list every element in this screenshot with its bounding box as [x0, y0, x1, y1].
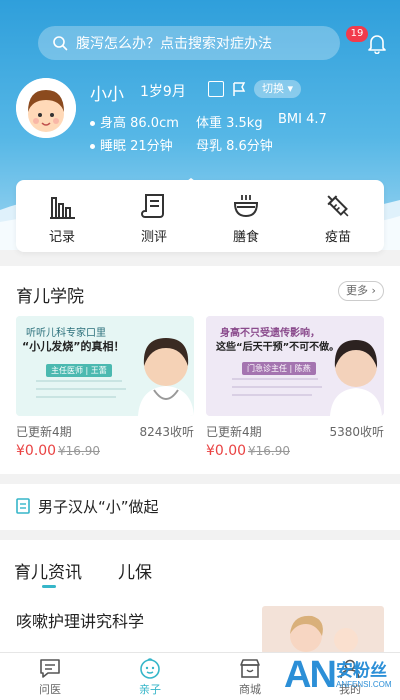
nav-label: 问医	[39, 683, 61, 696]
record-button[interactable]: 记录	[16, 180, 108, 252]
vaccine-button[interactable]: 疫苗	[292, 180, 384, 252]
syringe-icon	[327, 195, 349, 217]
bmi-stat: BMI 4.7	[278, 112, 327, 127]
course-headline-2: 这些“后天干预”不可不做。	[216, 342, 340, 353]
sleep-stat: 睡眠 21分钟	[90, 135, 173, 154]
scroll-icon	[141, 194, 164, 218]
course-original-price: ¥16.90	[248, 444, 290, 458]
bell-icon[interactable]	[366, 32, 388, 54]
flag-icon[interactable]	[231, 81, 247, 97]
course-card-height[interactable]: 身高不只受遗传影响， 这些“后天干预”不可不做。 门急诊主任 | 陈燕	[206, 316, 384, 416]
course-updated: 已更新4期	[206, 425, 262, 439]
search-placeholder: 腹泻怎么办？点击搜索对症办法	[76, 36, 272, 52]
more-button[interactable]: 更多 ›	[338, 281, 384, 301]
switch-child-button[interactable]: 切换 ▾	[254, 80, 302, 98]
search-icon	[53, 36, 68, 51]
tab-parenting-news[interactable]: 育儿资讯	[14, 558, 82, 583]
assessment-button[interactable]: 测评	[108, 180, 200, 252]
chat-icon	[40, 659, 60, 678]
watermark-logo-text: AN	[284, 654, 337, 696]
course-headline: 听听儿科专家口里	[26, 328, 106, 339]
nav-ask-doctor[interactable]: 问医	[0, 653, 100, 700]
nav-parenting[interactable]: 亲子	[100, 653, 200, 700]
course-listen-count: 5380收听	[329, 425, 384, 439]
vaccine-label: 疫苗	[324, 230, 351, 245]
diet-label: 膳食	[232, 230, 259, 245]
weight-stat: 体重 3.5kg	[196, 116, 263, 131]
tab-child-care[interactable]: 儿保	[118, 558, 152, 583]
child-name: 小小	[90, 85, 124, 105]
milk-stat: 母乳 8.6分钟	[196, 139, 273, 154]
nav-label: 亲子	[139, 683, 161, 696]
bowl-icon	[233, 195, 259, 218]
diet-button[interactable]: 膳食	[200, 180, 292, 252]
article-title: 男子汉从“小”做起	[38, 498, 159, 516]
quick-actions-bar: 记录 测评 膳食 疫苗	[16, 180, 384, 252]
shop-icon	[240, 659, 260, 678]
search-bar[interactable]: 腹泻怎么办？点击搜索对症办法	[38, 26, 340, 60]
news-thumbnail[interactable]	[262, 606, 384, 654]
record-label: 记录	[48, 230, 75, 245]
height-stat: 身高 86.0cm	[90, 112, 179, 131]
bar-chart-icon	[50, 197, 75, 219]
academy-title: 育儿学院	[16, 287, 84, 307]
calendar-icon[interactable]	[208, 81, 224, 97]
watermark-cn-text: 安粉丝	[336, 661, 387, 681]
news-title[interactable]: 咳嗽护理讲究科学	[16, 608, 144, 632]
doctor-title: 主任医师 | 王蕾	[46, 364, 112, 377]
course-price: ¥0.00	[16, 443, 57, 459]
document-icon	[16, 498, 30, 514]
course-original-price: ¥16.90	[58, 444, 100, 458]
site-watermark: AN 安粉丝 ANFENSI.COM	[284, 654, 400, 700]
active-tab-indicator	[42, 585, 56, 588]
watermark-en-text: ANFENSI.COM	[336, 680, 392, 689]
baby-face-icon	[140, 658, 160, 679]
course-price: ¥0.00	[206, 443, 247, 459]
notification-count-badge: 19	[346, 26, 368, 42]
course-card-fever[interactable]: 听听儿科专家口里 “小儿发烧”的真相！ 主任医师 | 王蕾	[16, 316, 194, 416]
doctor-title: 门急诊主任 | 陈燕	[242, 362, 316, 375]
course-listen-count: 8243收听	[139, 425, 194, 439]
course-updated: 已更新4期	[16, 425, 72, 439]
child-age: 1岁9月	[140, 84, 186, 100]
assessment-label: 测评	[140, 230, 167, 245]
avatar[interactable]	[16, 78, 76, 138]
course-headline: 身高不只受遗传影响，	[220, 328, 320, 339]
course-headline-2: “小儿发烧”的真相！	[22, 340, 125, 353]
nav-label: 商城	[239, 683, 261, 696]
